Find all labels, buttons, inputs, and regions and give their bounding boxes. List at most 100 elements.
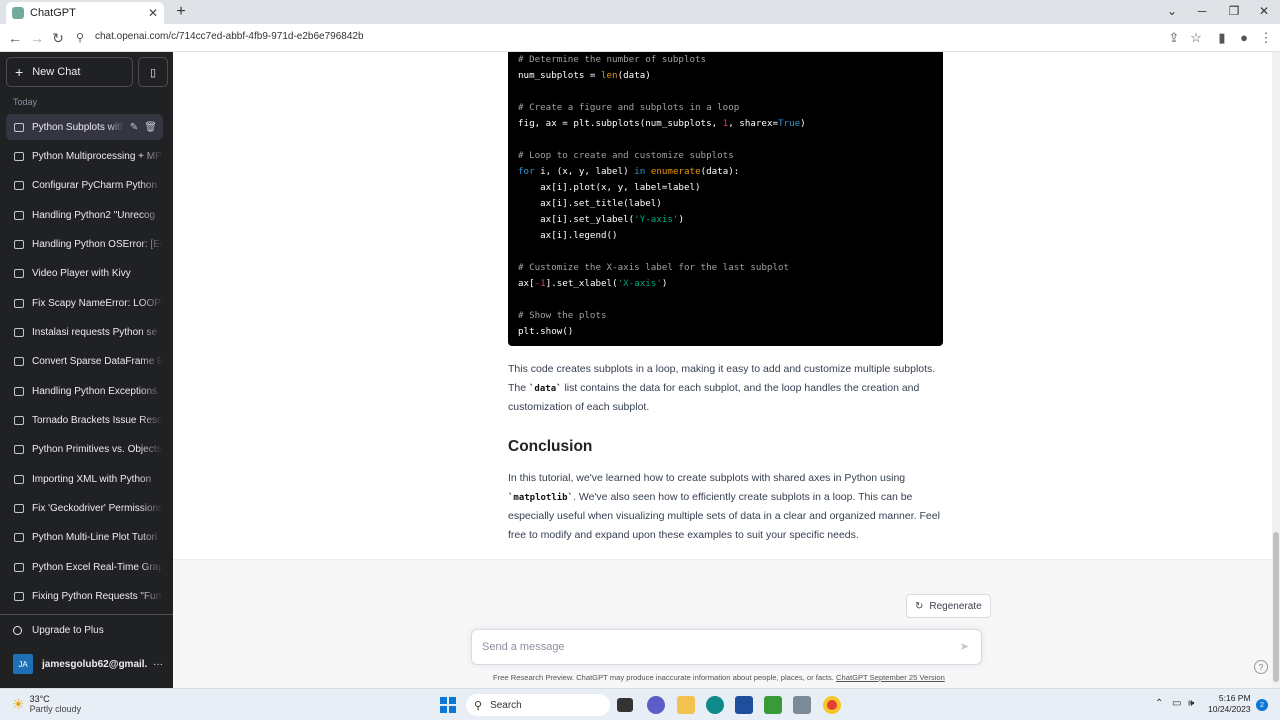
code-line: plt.show() bbox=[518, 324, 933, 340]
network-icon[interactable]: ▭ bbox=[1172, 698, 1181, 709]
code-token: # Customize the X-axis label for the las… bbox=[518, 262, 790, 273]
site-info-icon[interactable]: ⚲ bbox=[76, 31, 88, 44]
chat-bubble-icon bbox=[14, 445, 24, 455]
sidebar-chat-item[interactable]: Convert Sparse DataFrame E bbox=[6, 349, 163, 375]
code-line: # Create a figure and subplots in a loop bbox=[518, 100, 933, 116]
sidebar-chat-item[interactable]: Python Primitives vs. Objects bbox=[6, 437, 163, 463]
sidebar-chat-item[interactable]: Video Player with Kivy bbox=[6, 261, 163, 287]
chrome-icon[interactable] bbox=[823, 696, 841, 714]
sidebar-chat-item[interactable]: Handling Python2 "Unrecog bbox=[6, 202, 163, 228]
code-token: # Loop to create and customize subplots bbox=[518, 150, 734, 161]
taskbar-search[interactable]: ⚲ Search bbox=[466, 694, 610, 716]
new-chat-label: New Chat bbox=[32, 66, 81, 78]
code-line: # Show the plots bbox=[518, 308, 933, 324]
chat-bubble-icon bbox=[14, 504, 24, 514]
weather-condition: Partly cloudy bbox=[29, 704, 82, 714]
new-chat-button[interactable]: + New Chat bbox=[6, 57, 133, 87]
chat-item-label: Instalasi requests Python se bbox=[32, 326, 158, 338]
edge-browser-icon[interactable] bbox=[706, 696, 724, 714]
reload-icon[interactable]: ↻ bbox=[50, 30, 66, 46]
temperature: 33°C bbox=[29, 694, 50, 704]
sidebar-chat-item[interactable]: Python Excel Real-Time Grap bbox=[6, 554, 163, 580]
code-token: enumerate bbox=[650, 166, 701, 177]
toggle-sidebar-button[interactable]: ▯ bbox=[138, 57, 168, 87]
spreadsheet-app-icon[interactable] bbox=[764, 696, 782, 714]
edit-icon[interactable]: ✎ bbox=[130, 122, 138, 133]
url-text[interactable]: chat.openai.com/c/714cc7ed-abbf-4fb9-971… bbox=[95, 31, 364, 42]
version-link[interactable]: ChatGPT September 25 Version bbox=[836, 673, 945, 682]
inline-code: `matplotlib` bbox=[508, 492, 574, 503]
sidebar-chat-item[interactable]: Fix Scapy NameError: LOOPB bbox=[6, 290, 163, 316]
code-token: (data) bbox=[617, 70, 651, 81]
sidebar-chat-item[interactable]: Handling Python OSError: [Er bbox=[6, 231, 163, 257]
bookmark-star-icon[interactable]: ☆ bbox=[1188, 30, 1204, 46]
scrollbar[interactable] bbox=[1272, 52, 1280, 688]
sidebar-chat-item[interactable]: Python Multi-Line Plot Tutori bbox=[6, 525, 163, 551]
regenerate-button[interactable]: ↻ Regenerate bbox=[906, 594, 991, 618]
system-clock[interactable]: 5:16 PM 10/24/2023 bbox=[1208, 693, 1251, 715]
upgrade-label: Upgrade to Plus bbox=[32, 625, 104, 636]
side-panel-icon[interactable]: ▮ bbox=[1214, 30, 1230, 46]
help-icon[interactable]: ? bbox=[1254, 660, 1268, 674]
code-token: ) bbox=[661, 278, 668, 289]
conclusion-paragraph: In this tutorial, we've learned how to c… bbox=[508, 469, 948, 544]
weather-widget[interactable]: ☀ 33°C Partly cloudy bbox=[12, 694, 81, 714]
sidebar-chat-item[interactable]: Handling Python Exceptions bbox=[6, 378, 163, 404]
inline-code: `data` bbox=[529, 383, 562, 394]
message-input[interactable] bbox=[482, 638, 942, 656]
browser-tab[interactable]: ChatGPT ✕ bbox=[6, 2, 164, 24]
chat-item-label: Python Multiprocessing + MP bbox=[32, 150, 162, 162]
tab-search-icon[interactable]: ⌄ bbox=[1164, 4, 1180, 18]
sidebar-chat-item[interactable]: Fix 'Geckodriver' Permissions bbox=[6, 496, 163, 522]
chat-item-label: Python Primitives vs. Objects bbox=[32, 444, 162, 456]
more-options-icon[interactable]: ··· bbox=[153, 659, 163, 670]
sidebar-chat-item[interactable]: Tornado Brackets Issue Reso bbox=[6, 408, 163, 434]
code-line: ax[i].plot(x, y, label=label) bbox=[518, 180, 933, 196]
volume-icon[interactable]: 🕪 bbox=[1188, 698, 1194, 709]
profile-icon[interactable]: ● bbox=[1236, 30, 1252, 45]
account-menu[interactable]: JA jamesgolub62@gmail.c ··· bbox=[13, 654, 163, 674]
sidebar: + New Chat ▯ Today Python Subplots with ✎… bbox=[0, 52, 173, 688]
notification-badge[interactable]: 2 bbox=[1256, 699, 1268, 711]
code-line: # Determine the number of subplots bbox=[518, 52, 933, 68]
menu-kebab-icon[interactable]: ⋮ bbox=[1258, 30, 1274, 46]
forward-icon[interactable]: → bbox=[29, 30, 45, 46]
code-token: plt.show() bbox=[518, 326, 574, 337]
delete-icon[interactable]: 🗑 bbox=[144, 122, 157, 133]
chat-item-label: Python Subplots with bbox=[32, 121, 124, 133]
chat-item-label: Configurar PyCharm Python bbox=[32, 180, 158, 192]
send-icon[interactable]: ➤ bbox=[960, 640, 969, 653]
regenerate-label: Regenerate bbox=[929, 600, 982, 612]
code-line: fig, ax = plt.subplots(num_subplots, 1, … bbox=[518, 116, 933, 132]
scrollbar-thumb[interactable] bbox=[1273, 532, 1279, 682]
chat-item-label: Handling Python2 "Unrecog bbox=[32, 209, 156, 221]
window-close-icon[interactable]: ✕ bbox=[1256, 4, 1272, 18]
sidebar-chat-item[interactable]: Instalasi requests Python se bbox=[6, 319, 163, 345]
minimize-icon[interactable]: ─ bbox=[1194, 4, 1210, 18]
back-icon[interactable]: ← bbox=[7, 30, 23, 46]
tray-chevron-icon[interactable]: ⌃ bbox=[1155, 698, 1163, 709]
clock-time: 5:16 PM bbox=[1218, 693, 1251, 703]
sidebar-chat-item[interactable]: Importing XML with Python bbox=[6, 466, 163, 492]
chat-bubble-icon bbox=[14, 122, 24, 132]
store-icon[interactable] bbox=[735, 696, 753, 714]
sidebar-chat-item[interactable]: Python Subplots with ✎ 🗑 bbox=[6, 114, 163, 140]
task-view-icon[interactable] bbox=[617, 698, 633, 712]
sidebar-chat-item[interactable]: Fixing Python Requests "Fun bbox=[6, 584, 163, 610]
upgrade-to-plus-button[interactable]: Upgrade to Plus bbox=[13, 625, 104, 636]
avatar: JA bbox=[13, 654, 33, 674]
sidebar-chat-item[interactable]: Python Multiprocessing + MP bbox=[6, 143, 163, 169]
windows-start-icon[interactable] bbox=[440, 697, 456, 713]
sidebar-chat-item[interactable]: Configurar PyCharm Python bbox=[6, 173, 163, 199]
network-tool-icon[interactable] bbox=[793, 696, 811, 714]
tab-close-icon[interactable]: ✕ bbox=[148, 6, 158, 20]
restore-icon[interactable]: ❐ bbox=[1226, 4, 1242, 18]
message-box: ➤ bbox=[471, 629, 982, 665]
chat-app-icon[interactable] bbox=[647, 696, 665, 714]
explanation-paragraph: This code creates subplots in a loop, ma… bbox=[508, 360, 948, 417]
new-tab-button[interactable]: + bbox=[172, 3, 190, 21]
file-explorer-icon[interactable] bbox=[677, 696, 695, 714]
chat-item-label: Python Excel Real-Time Grap bbox=[32, 561, 163, 573]
chat-item-label: Convert Sparse DataFrame E bbox=[32, 356, 163, 368]
share-icon[interactable]: ⇪ bbox=[1166, 30, 1182, 46]
